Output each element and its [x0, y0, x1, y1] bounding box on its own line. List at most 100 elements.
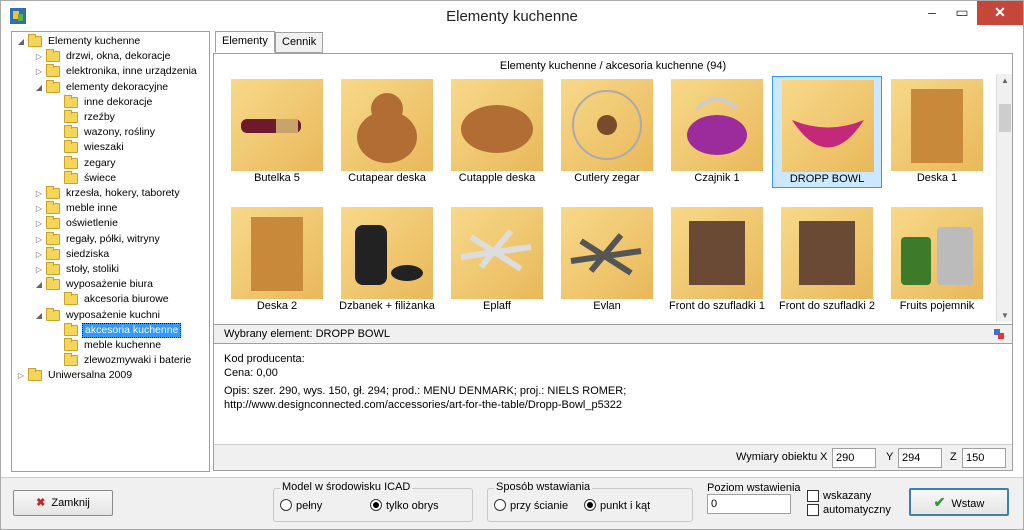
expander-icon[interactable]: ▷	[34, 216, 44, 231]
element-tile-label: Dzbanek + filiżanka	[339, 300, 435, 312]
dims-label: Wymiary obiektu	[736, 451, 818, 463]
dim-z-input[interactable]	[962, 448, 1006, 468]
element-tile-label: Butelka 5	[254, 172, 300, 184]
element-tile[interactable]: Czajnik 1	[662, 76, 772, 188]
element-tile[interactable]: Eplaff	[442, 204, 552, 316]
element-tile[interactable]: DROPP BOWL	[772, 76, 882, 188]
close-window-button[interactable]: ✕	[977, 1, 1023, 25]
expander-icon[interactable]: ▷	[34, 64, 44, 79]
radio-label: tylko obrys	[386, 500, 439, 512]
radio-label: przy ścianie	[510, 500, 569, 512]
pin-icon[interactable]	[994, 329, 1004, 339]
tree-item-label: siedziska	[66, 247, 110, 260]
board-icon	[891, 79, 983, 171]
tab-cennik[interactable]: Cennik	[275, 32, 324, 53]
element-tile[interactable]: Cutlery zegar	[552, 76, 662, 188]
tree-item-label: Uniwersalna 2009	[48, 369, 133, 382]
tree-item-label: drzwi, okna, dekoracje	[66, 50, 171, 63]
folder-icon	[46, 262, 60, 275]
element-tile[interactable]: Evlan	[552, 204, 662, 316]
tree-item-label: wyposażenie kuchni	[66, 308, 160, 321]
element-tile[interactable]: Cutapple deska	[442, 76, 552, 188]
selected-element-bar: Wybrany element: DROPP BOWL	[214, 324, 1012, 344]
expander-icon[interactable]: ◢	[34, 80, 44, 95]
folder-icon	[46, 186, 60, 199]
kettle-icon	[671, 79, 763, 171]
radio-label: punkt i kąt	[600, 500, 651, 512]
level-input[interactable]	[707, 494, 791, 514]
close-button[interactable]: ✖ Zamknij	[13, 490, 113, 516]
radio-insert-wall[interactable]: przy ścianie	[494, 499, 568, 512]
insert-button-label: Wstaw	[951, 498, 985, 510]
element-tile[interactable]: Cutapear deska	[332, 76, 442, 188]
expander-icon[interactable]: ▷	[34, 262, 44, 277]
element-tile[interactable]: Deska 1	[882, 76, 992, 188]
radio-dot	[370, 499, 382, 511]
tab-elementy[interactable]: Elementy	[215, 31, 275, 53]
dim-x-input[interactable]	[832, 448, 876, 468]
board-icon	[231, 207, 323, 299]
element-tile-label: Front do szufladki 2	[779, 300, 875, 312]
expander-icon[interactable]: ◢	[34, 277, 44, 292]
element-tile[interactable]: Front do szufladki 1	[662, 204, 772, 316]
expander-icon[interactable]: ▷	[34, 201, 44, 216]
element-tile-label: Eplaff	[483, 300, 511, 312]
description: Opis: szer. 290, wys. 150, gł. 294; prod…	[224, 385, 627, 397]
element-tile[interactable]: Deska 2	[222, 204, 332, 316]
element-tile[interactable]: Butelka 5	[222, 76, 332, 188]
element-tile-label: DROPP BOWL	[789, 173, 865, 185]
folder-icon	[64, 125, 78, 139]
radio-dot	[494, 499, 506, 511]
selected-element-label: Wybrany element: DROPP BOWL	[224, 328, 390, 340]
expander-icon[interactable]: ▷	[34, 232, 44, 247]
element-tile[interactable]: Fruits pojemnik	[882, 204, 992, 316]
expander-icon[interactable]: ▷	[34, 247, 44, 262]
chk-auto[interactable]	[807, 504, 819, 516]
radio-model-outline[interactable]: tylko obrys	[370, 499, 439, 512]
chk-shown-label: wskazany	[823, 490, 872, 502]
radio-model-full[interactable]: pełny	[280, 499, 322, 512]
element-tile[interactable]: Front do szufladki 2	[772, 204, 882, 316]
dialog-window: Elementy kuchenne – ▭ ✕ ◢ Elementy kuchen…	[0, 0, 1024, 530]
radio-insert-point[interactable]: punkt i kąt	[584, 499, 650, 512]
category-header: Elementy kuchenne / akcesoria kuchenne (…	[499, 60, 727, 72]
jug-cup-icon	[341, 207, 433, 299]
grid-scrollbar[interactable]: ▲ ▼	[996, 74, 1012, 322]
tree-item-label: rzeźby	[84, 111, 115, 123]
expander-icon[interactable]: ◢	[16, 34, 26, 49]
scroll-up-icon[interactable]: ▲	[997, 76, 1013, 85]
element-tile-label: Cutapear deska	[348, 172, 426, 184]
folder-icon	[64, 322, 78, 336]
category-tree[interactable]: ◢ Elementy kuchenne ▷ drzwi, okna, dekoracj…	[11, 31, 210, 472]
scroll-down-icon[interactable]: ▼	[997, 311, 1013, 320]
bowl-icon	[782, 80, 874, 172]
insert-button[interactable]: ✔ Wstaw	[909, 488, 1009, 516]
tree-item-label: stoły, stoliki	[66, 263, 119, 275]
items-grid[interactable]: Butelka 5 Cutapear deska Cutapple deska Cut…	[222, 74, 994, 322]
z-label: Z	[950, 451, 957, 463]
tree-item-label: inne dekoracje	[84, 95, 153, 108]
element-tile-label: Deska 1	[916, 172, 958, 184]
insert-mode-group: Sposób wstawiania przy ścianie punkt i k…	[487, 481, 693, 522]
scroll-thumb[interactable]	[999, 104, 1011, 132]
expander-icon[interactable]: ▷	[16, 368, 26, 383]
folder-icon	[46, 277, 60, 291]
minimize-button[interactable]: –	[917, 1, 947, 25]
dim-y-input[interactable]	[898, 448, 942, 468]
expander-icon[interactable]: ▷	[34, 49, 44, 64]
expander-icon[interactable]: ▷	[34, 186, 44, 201]
expander-icon[interactable]: ◢	[34, 308, 44, 323]
folder-icon	[46, 307, 60, 321]
chk-shown[interactable]	[807, 490, 819, 502]
element-tile[interactable]: Dzbanek + filiżanka	[332, 204, 442, 316]
tree-item-label: akcesoria biurowe	[84, 293, 169, 306]
maximize-button[interactable]: ▭	[947, 1, 977, 25]
dimensions-bar: Wymiary obiektu X Y Z	[214, 444, 1012, 470]
trivet-dark-icon	[561, 207, 653, 299]
insert-mode-title: Sposób wstawiania	[494, 481, 593, 493]
tree-item-label: wieszaki	[84, 141, 124, 154]
elements-panel: Elementy kuchenne / akcesoria kuchenne (…	[213, 53, 1013, 471]
wine-bottle-icon	[231, 79, 323, 171]
element-tile-label: Deska 2	[256, 300, 298, 312]
folder-icon	[64, 338, 78, 351]
